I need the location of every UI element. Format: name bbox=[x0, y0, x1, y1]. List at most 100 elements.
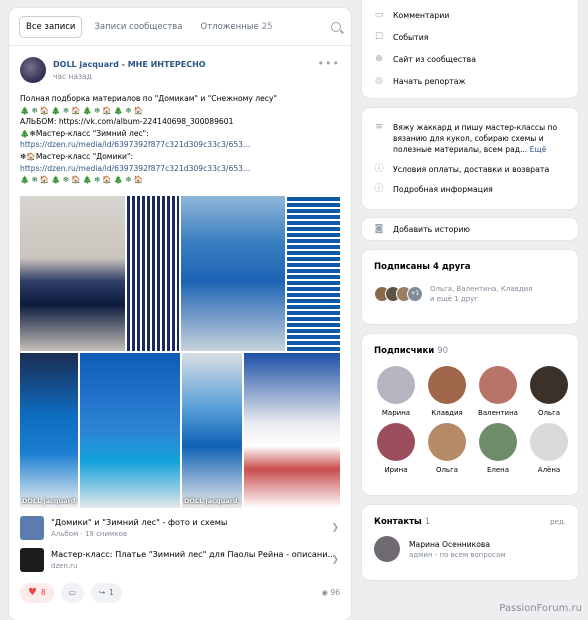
subscriber-name[interactable]: Елена bbox=[475, 466, 521, 474]
post-line: ❄🏠Мастер-класс "Домики": bbox=[20, 151, 134, 161]
author-avatar[interactable] bbox=[20, 57, 46, 83]
photo-dolls-1[interactable] bbox=[20, 195, 125, 351]
subscriber-avatar[interactable] bbox=[428, 366, 466, 404]
subscriber-name[interactable]: Валентина bbox=[475, 409, 521, 417]
share-button[interactable]: ↪ 1 bbox=[90, 582, 122, 603]
footer-watermark: PassionForum.ru bbox=[499, 603, 582, 614]
info-icon: ⓘ bbox=[374, 164, 384, 174]
post-header: DOLL jacquard - МНЕ ИНТЕРЕСНО час назад … bbox=[9, 46, 351, 83]
subscriber-item[interactable]: Клавдия bbox=[424, 366, 470, 417]
views-count: 96 bbox=[330, 588, 340, 598]
attachment-album[interactable]: "Домики" и "Зимний лес" - фото и схемы А… bbox=[9, 512, 351, 544]
share-count: 1 bbox=[109, 588, 114, 598]
subscriber-item[interactable]: Елена bbox=[475, 423, 521, 474]
about-text: полезные материалы, всем рад... bbox=[393, 145, 528, 154]
subscriber-item[interactable]: Ирина bbox=[373, 423, 419, 474]
post-time[interactable]: час назад bbox=[53, 72, 206, 81]
photo-knit-1[interactable] bbox=[80, 352, 180, 508]
friends-names: Ольга, Валентина, Клавдия bbox=[430, 285, 533, 293]
subscriber-name[interactable]: Ирина bbox=[373, 466, 419, 474]
globe-icon: ⊕ bbox=[375, 54, 383, 64]
friend-more-badge[interactable]: +1 bbox=[407, 286, 423, 302]
attachment-subtitle: dzen.ru bbox=[51, 562, 78, 571]
post-author[interactable]: DOLL jacquard - МНЕ ИНТЕРЕСНО bbox=[53, 60, 206, 69]
about-card: ≡ Вяжу жаккард и пишу мастер-классы по в… bbox=[362, 108, 578, 209]
subscriber-avatar[interactable] bbox=[377, 423, 415, 461]
contact-name[interactable]: Марина Осенникова bbox=[409, 540, 506, 549]
photo-pattern-2[interactable] bbox=[287, 195, 340, 351]
menu-comments[interactable]: ▭ Комментарии bbox=[362, 4, 578, 26]
subscriber-name[interactable]: Ольга bbox=[526, 409, 572, 417]
tab-community-posts[interactable]: Записи сообщества bbox=[88, 17, 188, 37]
photo-pattern-1[interactable] bbox=[127, 195, 179, 351]
photo-knit-2[interactable] bbox=[244, 352, 340, 508]
postponed-count: 25 bbox=[261, 21, 273, 32]
subscriber-name[interactable]: Марина bbox=[373, 409, 419, 417]
contact-avatar[interactable] bbox=[374, 536, 400, 562]
subscriber-avatar[interactable] bbox=[530, 423, 568, 461]
subscriber-item[interactable]: Ольга bbox=[424, 423, 470, 474]
details-link[interactable]: ⓘ Подробная информация bbox=[362, 180, 578, 198]
post-line: Полная подборка материалов по "Домикам" … bbox=[20, 94, 277, 103]
photo-dolls-2[interactable] bbox=[181, 195, 285, 351]
photo-doll-4[interactable]: DOLL jacquard - МНЕ ИНТЕРЕСНО bbox=[182, 352, 242, 508]
contacts-title[interactable]: Контакты 1 bbox=[374, 517, 430, 527]
comment-button[interactable]: ▭ bbox=[60, 582, 84, 603]
edit-contacts-link[interactable]: ред. bbox=[550, 518, 566, 526]
subscriber-item[interactable]: Алёна bbox=[526, 423, 572, 474]
terms-link[interactable]: ⓘ Условия оплаты, доставки и возврата bbox=[362, 158, 578, 180]
subscriber-name[interactable]: Алёна bbox=[526, 466, 572, 474]
subscriber-avatar[interactable] bbox=[377, 366, 415, 404]
tab-postponed[interactable]: Отложенные 25 bbox=[195, 17, 279, 37]
info-lines-icon: ≡ bbox=[375, 122, 383, 132]
post-link[interactable]: https://dzen.ru/media/id/6397392f877c321… bbox=[20, 163, 340, 175]
comment-icon: ▭ bbox=[68, 588, 76, 598]
contact-role: админ - по всем вопросам bbox=[409, 550, 506, 559]
info-circle-icon: ⓘ bbox=[374, 184, 384, 194]
like-button[interactable]: ♥ 8 bbox=[20, 582, 54, 603]
subscriber-item[interactable]: Ольга bbox=[526, 366, 572, 417]
camera-icon: ◙ bbox=[374, 224, 384, 234]
menu-site[interactable]: ⊕ Сайт из сообщества bbox=[362, 48, 578, 70]
post-line[interactable]: АЛЬБОМ: https://vk.com/album-224140698_3… bbox=[20, 116, 340, 128]
tab-all-posts[interactable]: Все записи bbox=[19, 15, 83, 38]
post-line: 🎄❄🏠🎄❄🏠🎄❄🏠🎄❄🏠 bbox=[20, 175, 146, 185]
subscriber-item[interactable]: Марина bbox=[373, 366, 419, 417]
subscribers-count: 90 bbox=[437, 346, 449, 356]
friends-title[interactable]: Подписаны 4 друга bbox=[362, 250, 578, 272]
event-icon: ☐ bbox=[374, 32, 384, 42]
photo-doll-3[interactable]: DOLL jacquard - МНЕ ИНТЕРЕСНО bbox=[20, 352, 78, 508]
photo-watermark: DOLL jacquard - МНЕ ИНТЕРЕСНО bbox=[22, 496, 78, 505]
views-counter: ◉ 96 bbox=[322, 588, 340, 597]
subscriber-name[interactable]: Клавдия bbox=[424, 409, 470, 417]
chevron-right-icon: ❯ bbox=[331, 522, 339, 533]
about-more-link[interactable]: Ещё bbox=[530, 145, 547, 154]
subscriber-item[interactable]: Валентина bbox=[475, 366, 521, 417]
subscriber-avatar[interactable] bbox=[479, 366, 517, 404]
subscriber-avatar[interactable] bbox=[530, 366, 568, 404]
heart-icon: ♥ bbox=[28, 587, 37, 599]
about-text: Вяжу жаккард и пишу мастер-классы по bbox=[393, 123, 558, 132]
menu-broadcast[interactable]: ◎ Начать репортаж bbox=[362, 70, 578, 92]
post-link[interactable]: https://dzen.ru/media/id/6397392f877c321… bbox=[20, 139, 340, 151]
subscriber-avatar[interactable] bbox=[479, 423, 517, 461]
subscribers-title[interactable]: Подписчики 90 bbox=[362, 334, 578, 356]
subscriber-avatar[interactable] bbox=[428, 423, 466, 461]
attachment-title: "Домики" и "Зимний лес" - фото и схемы bbox=[51, 517, 228, 528]
broadcast-icon: ◎ bbox=[375, 76, 383, 86]
photo-watermark: DOLL jacquard - МНЕ ИНТЕРЕСНО bbox=[184, 496, 242, 505]
contacts-count: 1 bbox=[424, 517, 431, 527]
share-icon: ↪ bbox=[98, 588, 106, 598]
subscriber-name[interactable]: Ольга bbox=[424, 466, 470, 474]
album-thumbnail bbox=[20, 515, 44, 540]
post-line: 🎄❄Мастер-класс "Зимний лес": bbox=[20, 128, 149, 138]
feed-card: Все записи Записи сообщества Отложенные 2… bbox=[9, 8, 351, 620]
menu-events[interactable]: ☐ События bbox=[362, 26, 578, 48]
attachment-article[interactable]: Мастер-класс: Платье "Зимний лес" для Па… bbox=[9, 544, 351, 576]
post-text: Полная подборка материалов по "Домикам" … bbox=[9, 83, 351, 186]
add-story-button[interactable]: ◙ Добавить историю bbox=[362, 218, 578, 240]
more-options-icon[interactable]: ••• bbox=[318, 57, 340, 70]
search-icon[interactable] bbox=[331, 21, 341, 32]
friends-more: и ещё 1 друг bbox=[430, 295, 478, 303]
attachment-subtitle: Альбом · 19 снимков bbox=[51, 530, 127, 539]
